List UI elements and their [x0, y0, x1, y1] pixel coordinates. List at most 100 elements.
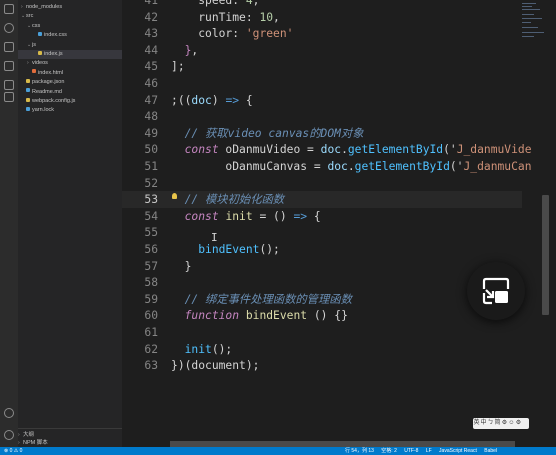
ime-item[interactable]: ☺ — [508, 418, 515, 429]
tree-item[interactable]: index.js — [18, 50, 122, 59]
file-icon — [38, 31, 42, 36]
code-token: => — [225, 93, 240, 107]
code-text: }, — [171, 42, 199, 59]
problems-status[interactable]: ⊗ 0 ⚠ 0 — [4, 448, 22, 454]
code-line[interactable]: 50 const oDanmuVideo = doc.getElementByI… — [122, 141, 531, 158]
ime-toolbar[interactable]: 英中ㄅ简⚙☺⚙ — [473, 418, 529, 429]
line-ending[interactable]: LF — [426, 448, 432, 454]
extensions-icon[interactable] — [4, 92, 14, 102]
explorer-icon[interactable] — [4, 4, 14, 14]
code-token: 4 — [245, 0, 253, 7]
code-line[interactable]: 59 // 绑定事件处理函数的管理函数 — [122, 291, 522, 308]
picture-in-picture-button[interactable] — [467, 262, 525, 320]
code-token: const — [184, 209, 219, 223]
search-icon[interactable] — [4, 23, 14, 33]
debug-icon[interactable] — [4, 61, 14, 71]
code-line[interactable]: 43 color: 'green' — [122, 25, 522, 42]
code-line[interactable]: 42 runTime: 10, — [122, 9, 522, 26]
ime-item[interactable]: ⚙ — [515, 418, 522, 429]
code-token: , — [252, 0, 260, 7]
code-line[interactable]: 58 — [122, 274, 522, 291]
tree-item[interactable]: › videos — [18, 59, 122, 68]
tree-item-label: css — [32, 22, 41, 29]
tree-item[interactable]: index.html — [18, 69, 122, 78]
code-line[interactable]: 46 — [122, 75, 522, 92]
code-line[interactable]: 52 — [122, 175, 522, 192]
code-token: J_danmuVide — [456, 143, 532, 157]
tree-item[interactable]: ⌄css — [18, 22, 122, 31]
line-number: 51 — [144, 160, 158, 173]
code-token: oDanmuVideo = — [218, 143, 321, 157]
code-token: . — [347, 160, 355, 173]
account-icon[interactable] — [4, 408, 14, 418]
line-number: 44 — [144, 43, 158, 57]
tree-item-label: js — [32, 41, 36, 48]
tree-item-label: webpack.config.js — [32, 98, 76, 104]
minimap[interactable] — [520, 0, 550, 60]
ime-item[interactable]: ⚙ — [501, 418, 508, 429]
code-line[interactable]: 51 oDanmuCanvas = doc.getElementById('J_… — [122, 158, 531, 175]
tree-item-label: Readme.md — [32, 88, 62, 95]
ime-item[interactable]: 简 — [494, 418, 501, 429]
code-line[interactable]: 57 } — [122, 258, 522, 275]
code-line[interactable]: 62 init(); — [122, 341, 522, 358]
code-line[interactable]: 54 const init = () => { — [122, 208, 522, 225]
tree-item[interactable]: yarn.lock — [18, 106, 122, 115]
code-line[interactable]: 61 — [122, 324, 522, 341]
code-line[interactable]: 56 bindEvent(); — [122, 241, 522, 258]
tree-item-label: package.json — [32, 79, 65, 86]
line-number: 63 — [144, 359, 158, 373]
gear-icon[interactable] — [4, 430, 14, 440]
ime-item[interactable]: 英 — [473, 418, 480, 429]
ime-item[interactable]: ㄅ — [487, 418, 494, 429]
tree-item[interactable]: ⌄js — [18, 41, 122, 50]
file-icon — [26, 78, 30, 83]
code-token: // 绑定事件处理函数的管理函数 — [184, 292, 352, 306]
vertical-scrollbar[interactable] — [542, 195, 549, 315]
source-control-icon[interactable] — [4, 42, 14, 52]
code-line[interactable]: 48 — [122, 108, 522, 125]
language-mode[interactable]: JavaScript React — [439, 448, 477, 454]
code-line[interactable]: 53 // 模块初始化函数 — [122, 191, 522, 209]
tree-item[interactable]: › node_modules — [18, 3, 122, 12]
tree-item[interactable]: package.json — [18, 78, 122, 87]
cursor-position[interactable]: 行 54，列 13 — [345, 448, 374, 454]
code-token: speed — [198, 0, 233, 7]
code-line[interactable]: 45]; — [122, 58, 522, 75]
code-editor[interactable]: 41 speed: 4, 42 runTime: 10, 43 color: 'gr… — [122, 0, 556, 447]
tree-item[interactable]: webpack.config.js — [18, 97, 122, 106]
tree-item-label: index.js — [44, 51, 63, 57]
code-line[interactable]: 47 ;((doc) => { — [122, 92, 522, 109]
code-token: : — [245, 10, 260, 24]
code-token: 'green' — [245, 27, 294, 41]
encoding[interactable]: UTF-8 — [404, 448, 418, 454]
code-line[interactable]: 60 function bindEvent () {} — [122, 307, 522, 324]
tree-item[interactable]: Readme.md — [18, 88, 122, 97]
code-line[interactable]: 49 // 获取video canvas的DOM对象 — [122, 125, 522, 142]
code-token: : — [232, 0, 246, 7]
lightbulb-icon[interactable] — [172, 193, 177, 199]
code-text: ]; — [171, 58, 185, 75]
outline-label: 大纲 — [23, 432, 35, 438]
code-line[interactable]: 63})(document); — [122, 357, 522, 374]
ime-item[interactable]: 中 — [480, 418, 487, 429]
formatter[interactable]: Babel — [484, 448, 497, 454]
tree-item-label: videos — [32, 60, 48, 67]
code-token: (' — [449, 160, 464, 173]
tree-item[interactable]: ⌄src — [18, 12, 122, 21]
indentation[interactable]: 空格: 2 — [381, 448, 397, 454]
remote-explorer-icon[interactable] — [4, 80, 14, 90]
code-text: color: 'green' — [171, 25, 293, 42]
code-line[interactable]: 44 }, — [122, 42, 522, 59]
code-line[interactable]: 55 — [122, 224, 522, 241]
npm-scripts-section[interactable]: › NPM 脚本 — [18, 439, 122, 447]
code-token: )( — [177, 359, 192, 373]
code-token: bindEvent — [245, 309, 308, 323]
npm-scripts-label: NPM 脚本 — [23, 440, 48, 446]
code-token: , — [273, 10, 280, 24]
tree-item[interactable]: index.css — [18, 31, 122, 40]
status-right: 行 54，列 13 空格: 2 UTF-8 LF JavaScript Reac… — [345, 447, 503, 455]
